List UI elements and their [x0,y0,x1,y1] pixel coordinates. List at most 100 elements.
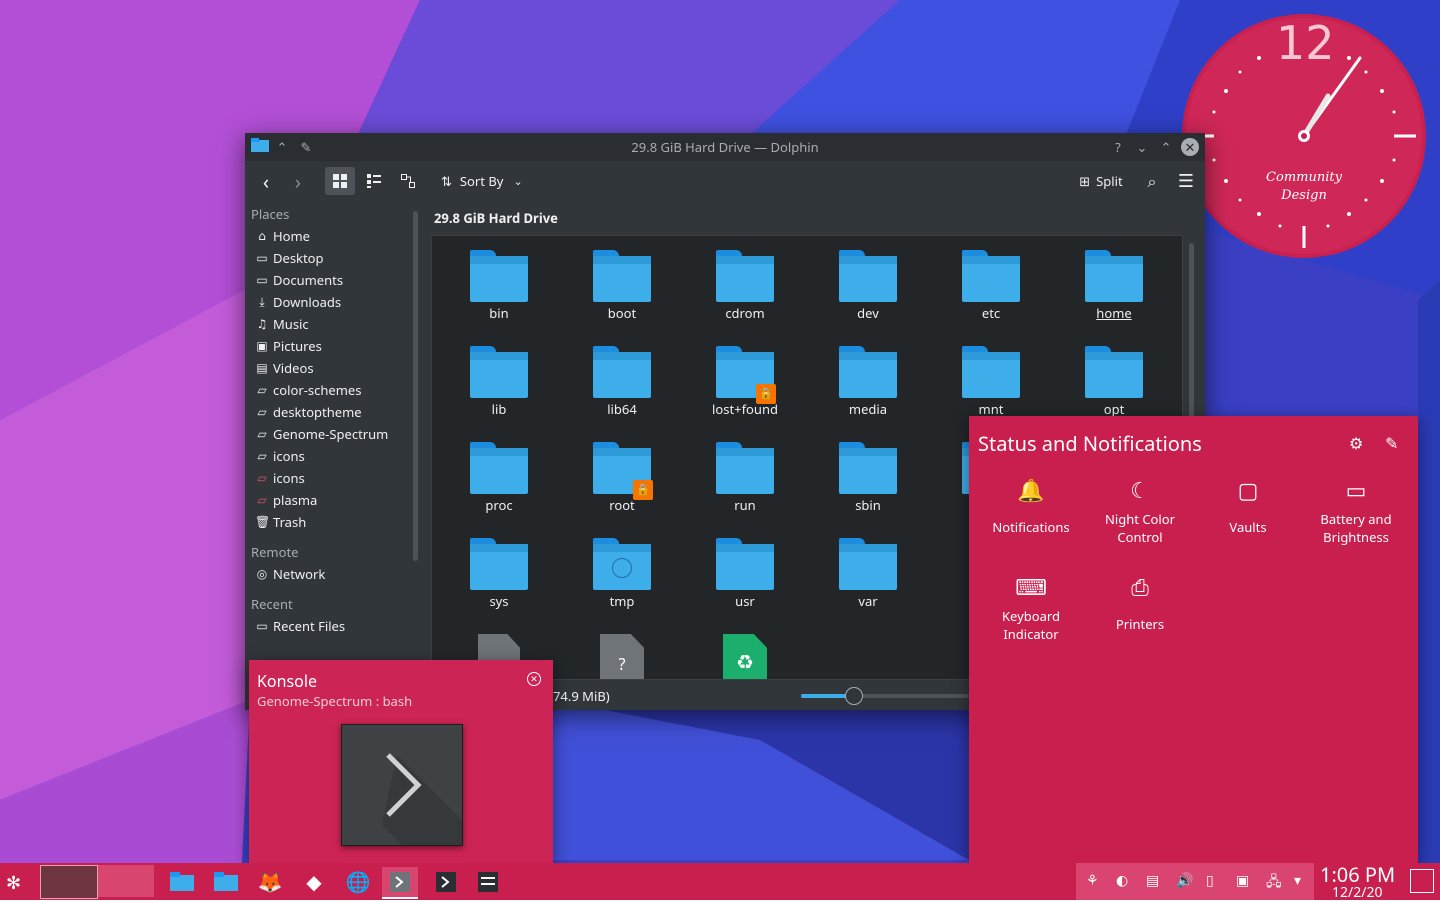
clipboard-tray-icon[interactable]: ▤ [1146,871,1159,890]
folder-icon [593,250,651,302]
konsole-title: Konsole [257,670,317,692]
place-label: desktoptheme [273,403,362,421]
file-item[interactable]: sbin [813,442,923,514]
place-label: Downloads [273,293,342,311]
details-view-button[interactable] [393,167,423,195]
places-item-music[interactable]: ♫ Music [245,313,411,335]
settings-task-icon[interactable] [470,867,506,897]
file-item[interactable]: sys [444,538,554,610]
pin-icon[interactable]: ✎ [1385,432,1398,454]
close-icon[interactable]: ✕ [1181,138,1199,156]
device-tray-icon[interactable]: ▯ [1206,871,1214,890]
file-item[interactable]: boot [567,250,677,322]
file-item[interactable]: usr [690,538,800,610]
file-item[interactable]: lib64 [567,346,677,418]
zoom-slider[interactable] [801,687,969,705]
chevron-down-icon: ⌄ [513,173,523,189]
places-item-genome-spectrum[interactable]: ▱ Genome-Spectrum [245,423,411,445]
file-item[interactable]: dev [813,250,923,322]
places-item-pictures[interactable]: ▣ Pictures [245,335,411,357]
dolphin-task-icon[interactable] [164,867,200,897]
file-item[interactable]: 🔒 root [567,442,677,514]
inkscape-icon[interactable]: ◆ [296,867,332,897]
kde-connect-tray-icon[interactable]: ▣ [1236,871,1249,890]
compact-view-button[interactable] [359,167,389,195]
web-browser-icon[interactable]: 🌐 [340,867,376,897]
places-item-home[interactable]: ⌂ Home [245,225,411,247]
file-item[interactable]: run [690,442,800,514]
vaults-item[interactable]: ▢ Vaults [1194,470,1302,536]
plasma-vault-tray-icon[interactable]: ⚘ [1086,871,1099,890]
sort-by-button[interactable]: ⇅ Sort By ⌄ [441,167,541,195]
file-item[interactable]: home [1059,250,1169,322]
night-color-item[interactable]: ☾ Night Color Control [1086,470,1194,546]
tray-expand-icon[interactable]: ▾ [1294,871,1301,890]
file-item[interactable]: mnt [936,346,1046,418]
file-item[interactable]: etc [936,250,1046,322]
window-titlebar[interactable]: ⌃ ✎ 29.8 GiB Hard Drive — Dolphin ? ⌄ ⌃ … [245,133,1205,161]
taskbar-clock-date[interactable]: 12/2/20 [1332,883,1382,902]
analog-clock-widget[interactable]: 12 Community Design [1180,12,1428,260]
icons-view-button[interactable] [325,167,355,195]
folder-icon: ▱ [257,425,267,442]
unknown-file-icon[interactable]: ? [600,634,644,679]
places-item-desktop[interactable]: ▭ Desktop [245,247,411,269]
file-item[interactable]: cdrom [690,250,800,322]
place-label: Documents [273,271,344,289]
places-item-downloads[interactable]: ⤓ Downloads [245,291,411,313]
file-item[interactable]: media [813,346,923,418]
recycle-file-icon[interactable]: ♻ [723,634,767,679]
pager-desktop-2[interactable] [98,865,154,897]
pager-desktop-1[interactable] [40,865,98,899]
keyboard-indicator-item[interactable]: ⌨ Keyboard Indicator [977,567,1085,643]
places-item-plasma[interactable]: ▱ plasma [245,489,411,511]
places-item-icons[interactable]: ▱ icons [245,445,411,467]
konsole-task-active[interactable] [382,867,418,899]
notifications-item[interactable]: 🔔 Notifications [977,470,1085,536]
search-icon[interactable]: ⌕ [1139,167,1165,195]
configure-icon[interactable]: ⚙ [1349,432,1363,454]
network-tray-icon[interactable]: 🖧 [1266,871,1282,895]
maximize-icon[interactable]: ⌃ [1157,138,1175,156]
firefox-icon[interactable]: 🦊 [252,867,288,897]
places-item-color-schemes[interactable]: ▱ color-schemes [245,379,411,401]
volume-tray-icon[interactable]: 🔊 [1176,871,1193,890]
file-item[interactable]: proc [444,442,554,514]
places-item-desktoptheme[interactable]: ▱ desktoptheme [245,401,411,423]
forward-icon[interactable]: › [285,167,311,195]
close-icon[interactable]: ✕ [527,672,541,686]
places-item-network[interactable]: ◎ Network [245,563,411,585]
breadcrumb[interactable]: 29.8 GiB Hard Drive [434,209,558,227]
help-icon[interactable]: ? [1109,138,1127,156]
split-button[interactable]: ⊞ Split [1073,167,1129,195]
konsole-tooltip[interactable]: Konsole Genome-Spectrum : bash ✕ [249,660,553,863]
dolphin-task-icon-2[interactable] [208,867,244,897]
file-item[interactable]: lib [444,346,554,418]
file-item[interactable]: opt [1059,346,1169,418]
places-item-videos[interactable]: ▤ Videos [245,357,411,379]
printers-item[interactable]: ⎙ Printers [1086,567,1194,633]
file-name: lost+found [712,400,778,418]
file-item[interactable]: bin [444,250,554,322]
places-item-recent-files[interactable]: ▭ Recent Files [245,615,411,637]
minimize-icon[interactable]: ⌄ [1133,138,1151,156]
file-item[interactable]: 🔒 lost+found [690,346,800,418]
clock-caption-1: Community [1266,170,1342,185]
app-launcher-icon[interactable]: ✻ [6,871,21,895]
back-icon[interactable]: ‹ [253,167,279,195]
power-tray-icon[interactable]: ◐ [1116,871,1128,890]
show-desktop-icon[interactable] [1410,869,1434,893]
places-item-documents[interactable]: ▭ Documents [245,269,411,291]
zoom-slider-handle[interactable] [845,687,863,705]
status-notifications-popup[interactable]: Status and Notifications ⚙ ✎ 🔔 Notificat… [969,416,1418,863]
places-scrollbar[interactable] [413,211,418,561]
places-item-icons-red[interactable]: ▱ icons [245,467,411,489]
places-item-trash[interactable]: 🗑 Trash [245,511,411,533]
konsole-thumbnail[interactable] [341,724,463,846]
konsole-task-icon[interactable] [428,867,464,897]
hamburger-menu-icon[interactable]: ☰ [1173,167,1199,195]
downloads-icon: ⤓ [259,293,265,310]
file-item[interactable]: tmp [567,538,677,610]
battery-brightness-item[interactable]: ▭ Battery and Brightness [1302,470,1410,546]
file-item[interactable]: var [813,538,923,610]
